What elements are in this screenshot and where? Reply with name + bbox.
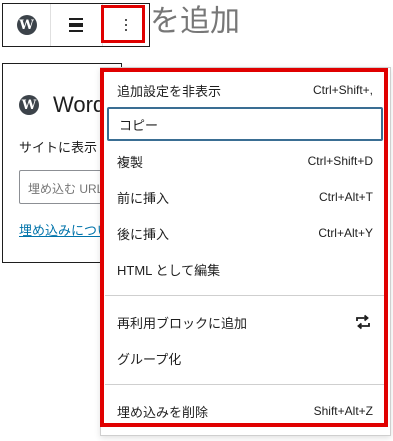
menu-item-hide-settings[interactable]: 追加設定を非表示 Ctrl+Shift+, xyxy=(107,73,383,107)
embed-description: サイトに表示 xyxy=(19,140,98,155)
menu-item-insert-before[interactable]: 前に挿入 Ctrl+Alt+T xyxy=(107,180,383,214)
menu-separator xyxy=(105,384,387,385)
menu-item-label: 再利用ブロックに追加 xyxy=(117,315,248,331)
block-type-button[interactable]: W xyxy=(3,4,51,46)
post-title-fragment: を追加 xyxy=(150,4,240,39)
menu-item-shortcut: Ctrl+Alt+Y xyxy=(318,226,373,240)
menu-item-shortcut: Ctrl+Alt+T xyxy=(318,190,373,204)
align-icon xyxy=(69,18,83,32)
menu-item-group[interactable]: グループ化 xyxy=(107,341,383,375)
menu-item-label: 前に挿入 xyxy=(117,190,170,206)
wordpress-icon: W xyxy=(16,15,37,35)
wordpress-icon: W xyxy=(19,95,39,115)
menu-item-insert-after[interactable]: 後に挿入 Ctrl+Alt+Y xyxy=(107,216,383,250)
highlight-more-options xyxy=(101,5,145,43)
menu-item-label: HTML として編集 xyxy=(117,262,221,278)
menu-item-label: コピー xyxy=(119,117,159,133)
menu-item-label: 埋め込みを削除 xyxy=(117,404,209,420)
menu-item-shortcut: Ctrl+Shift+, xyxy=(312,83,373,97)
block-options-menu: 追加設定を非表示 Ctrl+Shift+, コピー 複製 Ctrl+Shift+… xyxy=(100,67,391,436)
menu-item-shortcut: Ctrl+Shift+D xyxy=(307,154,373,168)
menu-item-shortcut: Shift+Alt+Z xyxy=(313,404,373,418)
align-button[interactable] xyxy=(50,4,103,46)
menu-item-label: 複製 xyxy=(117,154,144,170)
menu-item-add-to-reusable[interactable]: 再利用ブロックに追加 xyxy=(107,305,383,339)
menu-item-label: 追加設定を非表示 xyxy=(117,83,222,99)
menu-item-label: 後に挿入 xyxy=(117,226,170,242)
reusable-block-icon xyxy=(356,314,370,330)
menu-item-copy[interactable]: コピー xyxy=(107,107,383,141)
menu-item-remove-embed[interactable]: 埋め込みを削除 Shift+Alt+Z xyxy=(107,394,383,428)
menu-separator xyxy=(105,295,387,296)
menu-item-duplicate[interactable]: 複製 Ctrl+Shift+D xyxy=(107,144,383,178)
menu-item-edit-as-html[interactable]: HTML として編集 xyxy=(107,252,383,286)
menu-item-label: グループ化 xyxy=(117,351,182,367)
